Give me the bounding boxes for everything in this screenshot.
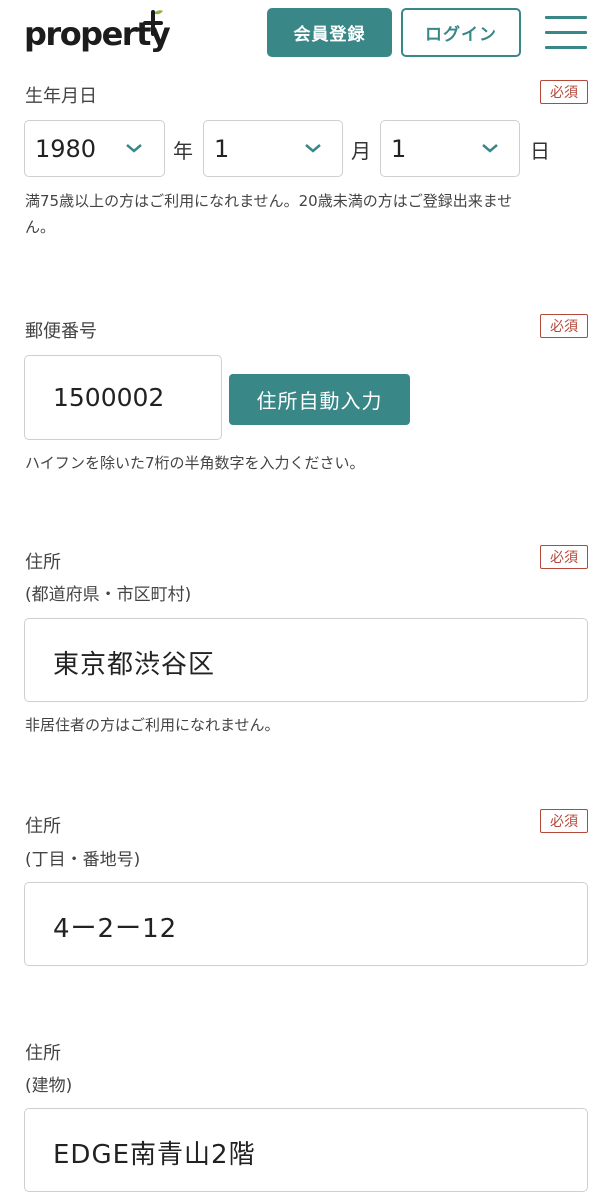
- logo-plus-icon: [143, 10, 163, 36]
- birth-day-select[interactable]: 1: [380, 120, 520, 177]
- address3-input[interactable]: EDGE南青山2階: [24, 1108, 588, 1192]
- birthdate-note: 満75歳以上の方はご利用になれません。20歳未満の方はご登録出来ませ ん。: [25, 188, 512, 240]
- birthdate-label: 生年月日: [25, 86, 97, 107]
- auto-address-button[interactable]: 住所自動入力: [229, 374, 410, 425]
- postal-label: 郵便番号: [25, 321, 97, 342]
- required-badge: 必須: [540, 809, 588, 833]
- year-unit: 年: [173, 139, 193, 163]
- day-unit: 日: [530, 139, 550, 163]
- postal-note: ハイフンを除いた7桁の半角数字を入力ください。: [25, 454, 365, 472]
- login-button[interactable]: ログイン: [401, 8, 521, 57]
- postal-input[interactable]: 1500002: [24, 355, 222, 440]
- address2-value: 4ー2ー12: [53, 914, 178, 944]
- birth-month-select[interactable]: 1: [203, 120, 343, 177]
- required-badge: 必須: [540, 80, 588, 104]
- register-button[interactable]: 会員登録: [267, 8, 392, 57]
- address3-label: 住所: [25, 1043, 61, 1064]
- address1-sublabel: (都道府県・市区町村): [25, 585, 192, 605]
- birth-year-select[interactable]: 1980: [24, 120, 165, 177]
- birthdate-note-line2: ん。: [25, 218, 56, 236]
- site-header: property 会員登録 ログイン: [0, 0, 612, 68]
- birth-day-value: 1: [391, 135, 407, 163]
- month-unit: 月: [351, 139, 371, 163]
- address1-label: 住所: [25, 552, 61, 573]
- address2-sublabel: (丁目・番地号): [25, 850, 141, 870]
- required-badge: 必須: [540, 314, 588, 338]
- postal-value: 1500002: [53, 383, 165, 412]
- chevron-down-icon: [126, 144, 142, 153]
- address2-label: 住所: [25, 816, 61, 837]
- address1-input[interactable]: 東京都渋谷区: [24, 618, 588, 702]
- birthdate-note-line1: 満75歳以上の方はご利用になれません。20歳未満の方はご登録出来ませ: [25, 192, 513, 210]
- required-badge: 必須: [540, 545, 588, 569]
- birth-month-value: 1: [214, 135, 230, 163]
- address1-value: 東京都渋谷区: [53, 650, 216, 680]
- address2-input[interactable]: 4ー2ー12: [24, 882, 588, 966]
- chevron-down-icon: [305, 144, 321, 153]
- address3-sublabel: (建物): [25, 1076, 73, 1096]
- address1-note: 非居住者の方はご利用になれません。: [25, 716, 280, 734]
- address3-value: EDGE南青山2階: [53, 1140, 256, 1170]
- birth-year-value: 1980: [35, 135, 97, 163]
- chevron-down-icon: [482, 144, 498, 153]
- menu-icon[interactable]: [545, 16, 587, 50]
